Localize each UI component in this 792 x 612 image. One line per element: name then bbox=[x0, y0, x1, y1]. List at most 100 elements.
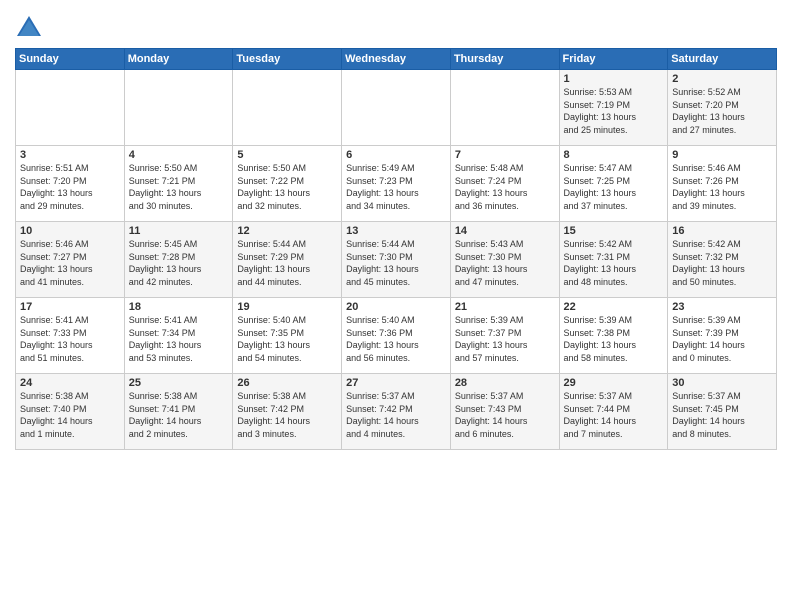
day-info: Sunrise: 5:44 AM Sunset: 7:30 PM Dayligh… bbox=[346, 238, 446, 288]
day-cell: 3Sunrise: 5:51 AM Sunset: 7:20 PM Daylig… bbox=[16, 146, 125, 222]
day-cell: 6Sunrise: 5:49 AM Sunset: 7:23 PM Daylig… bbox=[342, 146, 451, 222]
day-info: Sunrise: 5:43 AM Sunset: 7:30 PM Dayligh… bbox=[455, 238, 555, 288]
day-cell: 23Sunrise: 5:39 AM Sunset: 7:39 PM Dayli… bbox=[668, 298, 777, 374]
header-cell-wednesday: Wednesday bbox=[342, 49, 451, 70]
header-cell-saturday: Saturday bbox=[668, 49, 777, 70]
page: SundayMondayTuesdayWednesdayThursdayFrid… bbox=[0, 0, 792, 612]
day-number: 22 bbox=[564, 301, 664, 313]
day-number: 25 bbox=[129, 377, 229, 389]
day-cell: 17Sunrise: 5:41 AM Sunset: 7:33 PM Dayli… bbox=[16, 298, 125, 374]
day-info: Sunrise: 5:39 AM Sunset: 7:38 PM Dayligh… bbox=[564, 314, 664, 364]
day-info: Sunrise: 5:50 AM Sunset: 7:22 PM Dayligh… bbox=[237, 162, 337, 212]
day-info: Sunrise: 5:52 AM Sunset: 7:20 PM Dayligh… bbox=[672, 86, 772, 136]
day-cell: 25Sunrise: 5:38 AM Sunset: 7:41 PM Dayli… bbox=[124, 374, 233, 450]
day-info: Sunrise: 5:44 AM Sunset: 7:29 PM Dayligh… bbox=[237, 238, 337, 288]
day-cell: 1Sunrise: 5:53 AM Sunset: 7:19 PM Daylig… bbox=[559, 70, 668, 146]
day-cell: 12Sunrise: 5:44 AM Sunset: 7:29 PM Dayli… bbox=[233, 222, 342, 298]
day-info: Sunrise: 5:47 AM Sunset: 7:25 PM Dayligh… bbox=[564, 162, 664, 212]
calendar-table: SundayMondayTuesdayWednesdayThursdayFrid… bbox=[15, 48, 777, 450]
day-number: 24 bbox=[20, 377, 120, 389]
day-cell: 26Sunrise: 5:38 AM Sunset: 7:42 PM Dayli… bbox=[233, 374, 342, 450]
day-cell: 21Sunrise: 5:39 AM Sunset: 7:37 PM Dayli… bbox=[450, 298, 559, 374]
day-number: 27 bbox=[346, 377, 446, 389]
day-number: 11 bbox=[129, 225, 229, 237]
day-info: Sunrise: 5:38 AM Sunset: 7:42 PM Dayligh… bbox=[237, 390, 337, 440]
day-info: Sunrise: 5:53 AM Sunset: 7:19 PM Dayligh… bbox=[564, 86, 664, 136]
day-info: Sunrise: 5:48 AM Sunset: 7:24 PM Dayligh… bbox=[455, 162, 555, 212]
week-row-5: 24Sunrise: 5:38 AM Sunset: 7:40 PM Dayli… bbox=[16, 374, 777, 450]
day-cell: 15Sunrise: 5:42 AM Sunset: 7:31 PM Dayli… bbox=[559, 222, 668, 298]
day-number: 3 bbox=[20, 149, 120, 161]
day-cell: 13Sunrise: 5:44 AM Sunset: 7:30 PM Dayli… bbox=[342, 222, 451, 298]
day-number: 2 bbox=[672, 73, 772, 85]
day-number: 15 bbox=[564, 225, 664, 237]
day-number: 29 bbox=[564, 377, 664, 389]
header-cell-sunday: Sunday bbox=[16, 49, 125, 70]
day-cell bbox=[342, 70, 451, 146]
day-number: 14 bbox=[455, 225, 555, 237]
day-cell: 24Sunrise: 5:38 AM Sunset: 7:40 PM Dayli… bbox=[16, 374, 125, 450]
day-info: Sunrise: 5:45 AM Sunset: 7:28 PM Dayligh… bbox=[129, 238, 229, 288]
day-info: Sunrise: 5:39 AM Sunset: 7:39 PM Dayligh… bbox=[672, 314, 772, 364]
week-row-3: 10Sunrise: 5:46 AM Sunset: 7:27 PM Dayli… bbox=[16, 222, 777, 298]
day-cell bbox=[124, 70, 233, 146]
day-cell: 2Sunrise: 5:52 AM Sunset: 7:20 PM Daylig… bbox=[668, 70, 777, 146]
day-info: Sunrise: 5:40 AM Sunset: 7:35 PM Dayligh… bbox=[237, 314, 337, 364]
header-cell-thursday: Thursday bbox=[450, 49, 559, 70]
day-number: 13 bbox=[346, 225, 446, 237]
day-cell: 27Sunrise: 5:37 AM Sunset: 7:42 PM Dayli… bbox=[342, 374, 451, 450]
day-cell bbox=[233, 70, 342, 146]
day-info: Sunrise: 5:40 AM Sunset: 7:36 PM Dayligh… bbox=[346, 314, 446, 364]
week-row-2: 3Sunrise: 5:51 AM Sunset: 7:20 PM Daylig… bbox=[16, 146, 777, 222]
week-row-1: 1Sunrise: 5:53 AM Sunset: 7:19 PM Daylig… bbox=[16, 70, 777, 146]
day-number: 1 bbox=[564, 73, 664, 85]
day-number: 7 bbox=[455, 149, 555, 161]
header-cell-monday: Monday bbox=[124, 49, 233, 70]
day-number: 10 bbox=[20, 225, 120, 237]
header-row: SundayMondayTuesdayWednesdayThursdayFrid… bbox=[16, 49, 777, 70]
day-number: 21 bbox=[455, 301, 555, 313]
day-number: 12 bbox=[237, 225, 337, 237]
logo bbox=[15, 14, 47, 42]
day-info: Sunrise: 5:38 AM Sunset: 7:40 PM Dayligh… bbox=[20, 390, 120, 440]
day-cell: 7Sunrise: 5:48 AM Sunset: 7:24 PM Daylig… bbox=[450, 146, 559, 222]
day-cell: 20Sunrise: 5:40 AM Sunset: 7:36 PM Dayli… bbox=[342, 298, 451, 374]
day-cell: 22Sunrise: 5:39 AM Sunset: 7:38 PM Dayli… bbox=[559, 298, 668, 374]
day-info: Sunrise: 5:46 AM Sunset: 7:26 PM Dayligh… bbox=[672, 162, 772, 212]
day-cell: 29Sunrise: 5:37 AM Sunset: 7:44 PM Dayli… bbox=[559, 374, 668, 450]
day-info: Sunrise: 5:51 AM Sunset: 7:20 PM Dayligh… bbox=[20, 162, 120, 212]
day-info: Sunrise: 5:49 AM Sunset: 7:23 PM Dayligh… bbox=[346, 162, 446, 212]
day-number: 6 bbox=[346, 149, 446, 161]
logo-icon bbox=[15, 14, 43, 42]
day-info: Sunrise: 5:50 AM Sunset: 7:21 PM Dayligh… bbox=[129, 162, 229, 212]
day-cell: 4Sunrise: 5:50 AM Sunset: 7:21 PM Daylig… bbox=[124, 146, 233, 222]
day-cell: 5Sunrise: 5:50 AM Sunset: 7:22 PM Daylig… bbox=[233, 146, 342, 222]
day-number: 19 bbox=[237, 301, 337, 313]
day-cell: 14Sunrise: 5:43 AM Sunset: 7:30 PM Dayli… bbox=[450, 222, 559, 298]
header-cell-friday: Friday bbox=[559, 49, 668, 70]
day-cell bbox=[16, 70, 125, 146]
day-number: 16 bbox=[672, 225, 772, 237]
day-number: 17 bbox=[20, 301, 120, 313]
day-number: 5 bbox=[237, 149, 337, 161]
day-cell: 28Sunrise: 5:37 AM Sunset: 7:43 PM Dayli… bbox=[450, 374, 559, 450]
day-number: 8 bbox=[564, 149, 664, 161]
day-cell: 8Sunrise: 5:47 AM Sunset: 7:25 PM Daylig… bbox=[559, 146, 668, 222]
day-info: Sunrise: 5:41 AM Sunset: 7:33 PM Dayligh… bbox=[20, 314, 120, 364]
day-info: Sunrise: 5:39 AM Sunset: 7:37 PM Dayligh… bbox=[455, 314, 555, 364]
day-info: Sunrise: 5:37 AM Sunset: 7:42 PM Dayligh… bbox=[346, 390, 446, 440]
day-number: 4 bbox=[129, 149, 229, 161]
day-number: 9 bbox=[672, 149, 772, 161]
day-info: Sunrise: 5:46 AM Sunset: 7:27 PM Dayligh… bbox=[20, 238, 120, 288]
day-cell: 10Sunrise: 5:46 AM Sunset: 7:27 PM Dayli… bbox=[16, 222, 125, 298]
day-number: 30 bbox=[672, 377, 772, 389]
day-info: Sunrise: 5:37 AM Sunset: 7:45 PM Dayligh… bbox=[672, 390, 772, 440]
day-cell: 9Sunrise: 5:46 AM Sunset: 7:26 PM Daylig… bbox=[668, 146, 777, 222]
day-number: 23 bbox=[672, 301, 772, 313]
day-cell: 11Sunrise: 5:45 AM Sunset: 7:28 PM Dayli… bbox=[124, 222, 233, 298]
day-info: Sunrise: 5:42 AM Sunset: 7:32 PM Dayligh… bbox=[672, 238, 772, 288]
day-cell bbox=[450, 70, 559, 146]
day-info: Sunrise: 5:41 AM Sunset: 7:34 PM Dayligh… bbox=[129, 314, 229, 364]
day-number: 20 bbox=[346, 301, 446, 313]
day-cell: 16Sunrise: 5:42 AM Sunset: 7:32 PM Dayli… bbox=[668, 222, 777, 298]
